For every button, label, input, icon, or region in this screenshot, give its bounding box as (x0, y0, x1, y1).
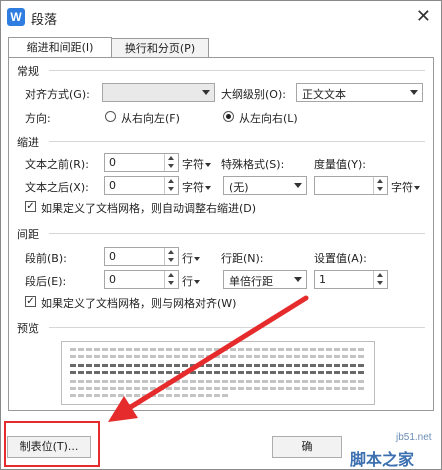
watermark-logo: 脚本之家 (350, 450, 415, 469)
annotation-arrow-icon (108, 295, 309, 422)
watermark-site: jb51.net (396, 432, 432, 443)
